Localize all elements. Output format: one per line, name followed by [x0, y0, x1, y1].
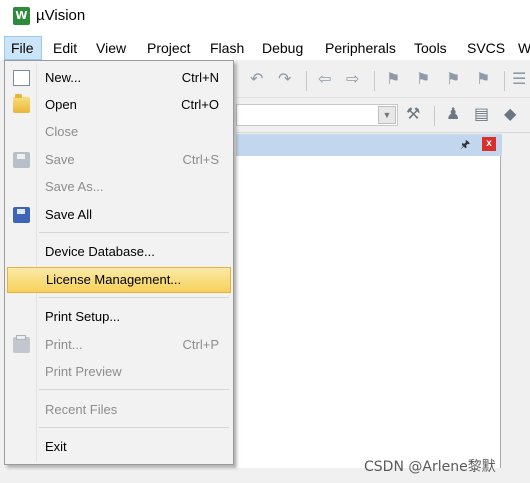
target-select[interactable] — [236, 104, 398, 126]
menu-item-shortcut: Ctrl+O — [181, 97, 219, 112]
menu-item-save[interactable]: Save Ctrl+S — [7, 147, 231, 173]
menu-item-label: Save All — [45, 207, 92, 222]
toolbar-build: ↶ ↷ ⇦ ⇨ ⚑ ⚑ ⚑ ⚑ ☰ — [236, 63, 530, 98]
menu-item-label: Device Database... — [45, 244, 155, 259]
pin-icon[interactable]: 🖈 — [460, 136, 470, 155]
menu-debug[interactable]: Debug — [256, 36, 309, 60]
save-icon — [13, 152, 30, 168]
menu-item-label: Print... — [45, 337, 83, 352]
open-folder-icon — [13, 94, 30, 113]
app-logo-icon: W — [13, 7, 30, 25]
menu-item-save-as[interactable]: Save As... — [7, 174, 231, 200]
redo-icon[interactable]: ↷ — [278, 70, 291, 90]
menu-edit[interactable]: Edit — [47, 36, 83, 60]
menu-item-label: Print Preview — [45, 364, 122, 379]
menu-bar: File Edit View Project Flash Debug Perip… — [0, 36, 530, 60]
menu-item-new[interactable]: New... Ctrl+N — [7, 65, 231, 91]
wand-icon[interactable]: ⚒ — [406, 105, 420, 125]
menu-item-label: New... — [45, 70, 82, 85]
indent-icon[interactable]: ☰ — [512, 70, 526, 90]
bookmark-icon[interactable]: ⚑ — [386, 70, 400, 90]
menu-item-label: Recent Files — [45, 402, 118, 417]
undo-icon[interactable]: ↶ — [250, 70, 263, 90]
manage-components-icon[interactable]: ▤ — [474, 105, 489, 125]
menu-item-recent-files[interactable]: Recent Files — [7, 397, 231, 423]
bookmark-clear-icon[interactable]: ⚑ — [476, 70, 490, 90]
editor-pane[interactable] — [236, 156, 501, 469]
bookmark-prev-icon[interactable]: ⚑ — [416, 70, 430, 90]
menu-flash[interactable]: Flash — [204, 36, 250, 60]
title-bar: W µVision — [0, 0, 530, 34]
menu-separator — [39, 232, 229, 233]
menu-item-label: Save — [45, 152, 75, 167]
menu-tools[interactable]: Tools — [408, 36, 453, 60]
toolbar-separator — [434, 106, 435, 126]
menu-item-label: Close — [45, 124, 79, 139]
diamond-icon[interactable]: ◆ — [504, 105, 516, 125]
menu-item-license-management[interactable]: License Management... — [7, 267, 231, 293]
options-icon[interactable]: ♟ — [446, 105, 460, 125]
menu-item-exit[interactable]: Exit — [7, 434, 231, 460]
nav-back-icon[interactable]: ⇦ — [318, 70, 331, 90]
menu-item-label: Exit — [45, 439, 67, 454]
menu-project[interactable]: Project — [141, 36, 197, 60]
menu-item-shortcut: Ctrl+S — [182, 152, 219, 167]
menu-item-label: Print Setup... — [45, 309, 121, 324]
bookmark-next-icon[interactable]: ⚑ — [446, 70, 460, 90]
toolbar-separator — [306, 71, 307, 91]
menu-item-label: Open — [45, 97, 77, 112]
print-icon — [13, 335, 30, 353]
menu-separator — [39, 297, 229, 298]
toolbar-separator — [504, 71, 505, 91]
close-icon[interactable]: x — [482, 137, 496, 151]
nav-forward-icon[interactable]: ⇨ — [346, 70, 359, 90]
menu-item-print[interactable]: Print... Ctrl+P — [7, 332, 231, 358]
toolbar-separator — [374, 71, 375, 91]
menu-separator — [39, 427, 229, 428]
menu-item-open[interactable]: Open Ctrl+O — [7, 92, 231, 118]
file-menu-dropdown: New... Ctrl+N Open Ctrl+O Close Save Ctr… — [4, 60, 234, 465]
menu-file[interactable]: File — [4, 36, 42, 60]
chevron-down-icon[interactable]: ▼ — [378, 106, 396, 124]
menu-item-print-setup[interactable]: Print Setup... — [7, 304, 231, 330]
menu-item-label: License Management... — [46, 272, 182, 287]
menu-item-shortcut: Ctrl+N — [181, 70, 219, 85]
menu-view[interactable]: View — [90, 36, 132, 60]
menu-item-close[interactable]: Close — [7, 119, 231, 145]
app-title: µVision — [36, 7, 86, 24]
menu-item-shortcut: Ctrl+P — [182, 337, 219, 352]
watermark-text: CSDN @Arlene黎默 — [364, 459, 496, 475]
menu-svcs[interactable]: SVCS — [461, 36, 511, 60]
menu-window[interactable]: W — [512, 36, 530, 60]
menu-separator — [39, 389, 229, 390]
menu-peripherals[interactable]: Peripherals — [319, 36, 402, 60]
menu-item-print-preview[interactable]: Print Preview — [7, 359, 231, 385]
menu-item-device-database[interactable]: Device Database... — [7, 239, 231, 265]
save-all-icon — [13, 207, 30, 223]
menu-item-save-all[interactable]: Save All — [7, 202, 231, 228]
new-document-icon — [13, 70, 30, 86]
menu-item-label: Save As... — [45, 179, 104, 194]
